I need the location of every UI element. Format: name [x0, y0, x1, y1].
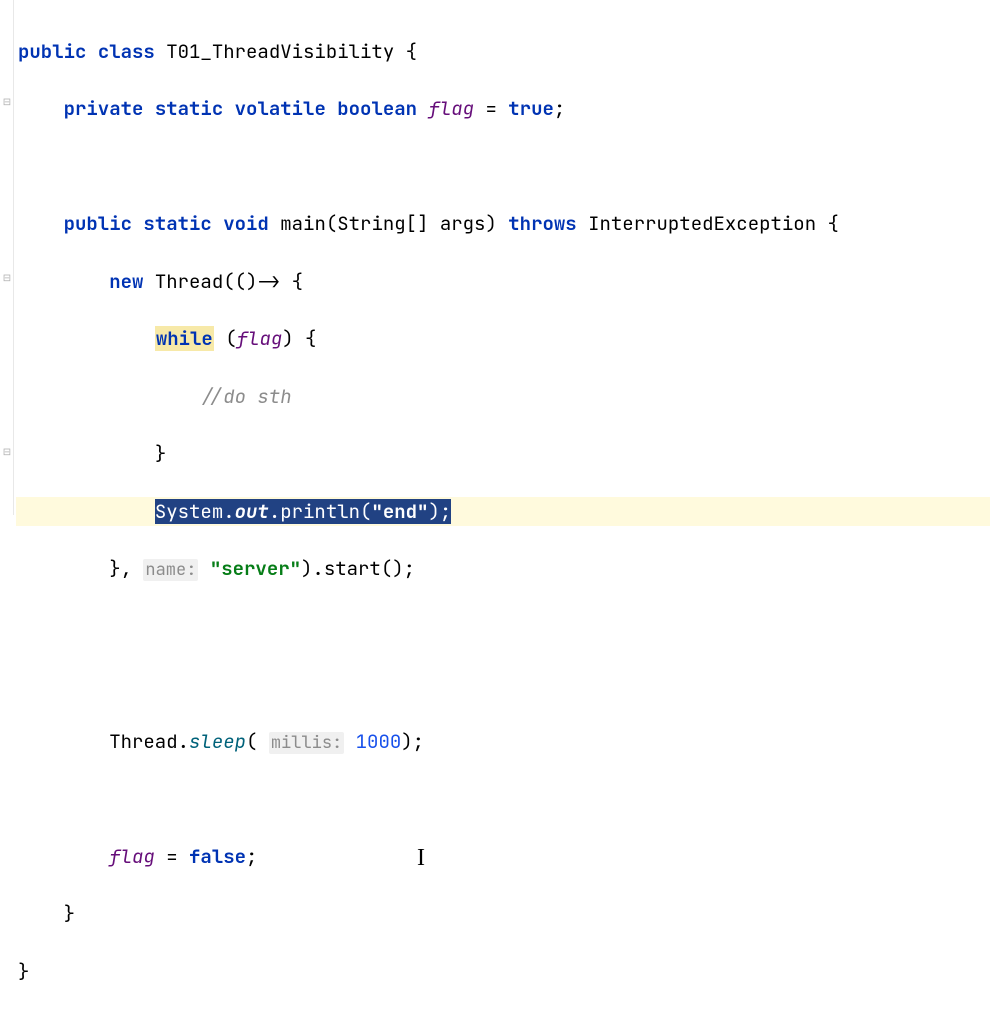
code-line[interactable]: //do sth — [16, 382, 990, 411]
fold-marker-icon[interactable]: ⊟ — [1, 272, 13, 284]
code-line[interactable]: } — [16, 957, 990, 986]
fold-marker-icon[interactable]: ⊟ — [1, 446, 13, 458]
brace: { — [816, 211, 839, 236]
paren-open: ( — [214, 326, 237, 351]
keyword-static: static — [155, 96, 223, 121]
code-line[interactable]: private static volatile boolean flag = t… — [16, 94, 990, 123]
system-class: System — [155, 499, 223, 524]
comment: //do sth — [200, 384, 291, 409]
space — [344, 729, 355, 754]
keyword-while: while — [155, 326, 214, 351]
text-cursor-icon: I — [417, 845, 425, 871]
brace: } — [155, 441, 166, 466]
semicolon: ; — [246, 844, 257, 869]
sleep-method: sleep — [189, 729, 246, 754]
println-method: println — [280, 499, 360, 524]
keyword-new: new — [109, 269, 143, 294]
keyword-class: class — [98, 39, 155, 64]
editor-gutter: ⊟ ⊟ ⊟ — [0, 0, 14, 515]
paren-close: ); — [428, 499, 451, 524]
paren-close: ) { — [282, 326, 316, 351]
param-hint-name: name: — [143, 559, 198, 581]
paren-open: ( — [360, 499, 371, 524]
equals: = — [474, 96, 508, 121]
keyword-public: public — [64, 211, 132, 236]
code-line[interactable] — [16, 152, 990, 181]
keyword-true: true — [508, 96, 554, 121]
selection: System.out.println("end"); — [155, 499, 451, 524]
code-line[interactable]: public static void main(String[] args) t… — [16, 209, 990, 238]
code-line[interactable]: flag = false; I — [16, 842, 990, 871]
code-line[interactable]: } — [16, 899, 990, 928]
code-line-highlighted[interactable]: System.out.println("end"); — [16, 497, 990, 526]
start-method: start — [324, 556, 381, 581]
paren-open: ( — [246, 729, 257, 754]
dot: . — [223, 499, 234, 524]
code-line[interactable]: } — [16, 439, 990, 468]
class-name: T01_ThreadVisibility — [166, 39, 394, 64]
brace: { — [394, 39, 417, 64]
thread-class: Thread — [109, 729, 177, 754]
brace: } — [18, 959, 29, 984]
space — [198, 556, 209, 581]
semicolon: ; — [554, 96, 565, 121]
paren-close: ); — [401, 729, 424, 754]
param-hint-millis: millis: — [269, 732, 344, 754]
code-line[interactable]: new Thread(()-> { — [16, 267, 990, 296]
keyword-private: private — [64, 96, 144, 121]
keyword-false: false — [189, 844, 246, 869]
out-field: out — [235, 499, 269, 524]
thread-class: Thread — [155, 269, 223, 294]
code-line[interactable]: public class T01_ThreadVisibility { — [16, 37, 990, 66]
keyword-public: public — [18, 39, 86, 64]
keyword-static: static — [143, 211, 211, 236]
rest: ). — [301, 556, 324, 581]
lambda-close: }, — [109, 556, 143, 581]
equals: = — [155, 844, 189, 869]
dot: . — [269, 499, 280, 524]
field-flag: flag — [428, 96, 474, 121]
keyword-throws: throws — [508, 211, 576, 236]
number-literal: 1000 — [356, 729, 402, 754]
string-literal: "end" — [371, 499, 428, 524]
keyword-volatile: volatile — [235, 96, 326, 121]
params: (String[] args) — [326, 211, 497, 236]
keyword-boolean: boolean — [337, 96, 417, 121]
exception-type: InterruptedException — [588, 211, 816, 236]
code-line[interactable]: }, name: "server").start(); — [16, 554, 990, 583]
code-line[interactable]: while (flag) { — [16, 324, 990, 353]
end: (); — [381, 556, 415, 581]
code-line[interactable] — [16, 669, 990, 698]
fold-marker-icon[interactable]: ⊟ — [1, 96, 13, 108]
keyword-void: void — [223, 211, 269, 236]
code-line[interactable]: Thread.sleep( millis: 1000); — [16, 727, 990, 756]
dot: . — [178, 729, 189, 754]
method-main: main — [280, 211, 326, 236]
field-flag: flag — [109, 844, 155, 869]
field-flag: flag — [237, 326, 283, 351]
lambda-open: (()-> { — [223, 269, 303, 294]
brace: } — [64, 901, 75, 926]
code-editor[interactable]: public class T01_ThreadVisibility { priv… — [16, 0, 990, 1022]
code-line[interactable] — [16, 784, 990, 813]
string-literal: "server" — [210, 556, 301, 581]
code-line[interactable] — [16, 612, 990, 641]
